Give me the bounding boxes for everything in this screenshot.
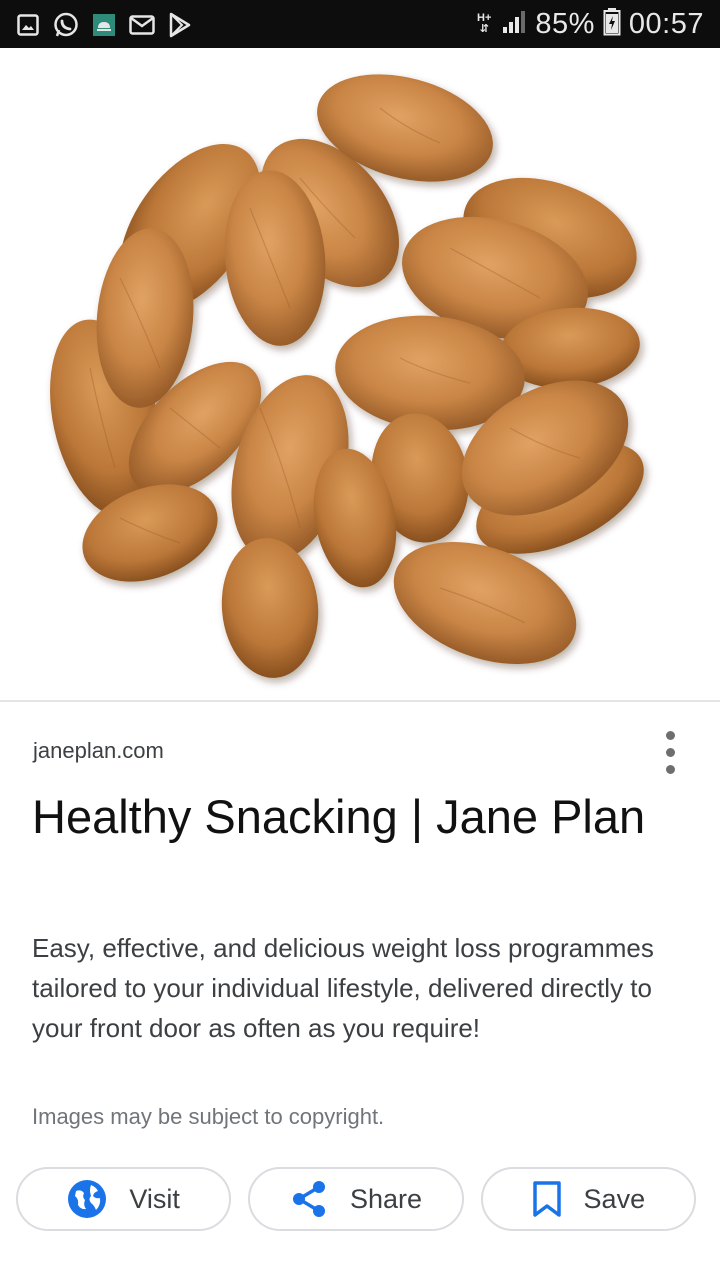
bookmark-icon <box>532 1180 562 1218</box>
status-bar: H+ ⇵ 85% 00:57 <box>0 0 720 48</box>
share-button[interactable]: Share <box>248 1167 464 1231</box>
visit-button[interactable]: Visit <box>16 1167 232 1231</box>
battery-percent: 85% <box>535 7 595 40</box>
whatsapp-icon <box>52 11 80 39</box>
almonds-image[interactable] <box>0 48 720 700</box>
action-buttons: Visit Share Save <box>16 1167 696 1231</box>
result-title[interactable]: Healthy Snacking | Jane Plan <box>32 786 652 847</box>
network-type-icon: H+ ⇵ <box>477 12 492 35</box>
visit-label: Visit <box>129 1183 180 1214</box>
globe-icon <box>67 1179 107 1219</box>
system-status: H+ ⇵ 85% 00:57 <box>477 6 704 42</box>
image-divider <box>0 700 720 702</box>
share-icon <box>290 1179 328 1219</box>
source-domain[interactable]: janeplan.com <box>33 738 164 764</box>
android-debug-icon <box>90 11 118 39</box>
battery-icon <box>603 7 621 41</box>
play-store-icon <box>166 11 194 39</box>
share-label: Share <box>349 1183 423 1214</box>
clock: 00:57 <box>628 7 704 40</box>
notification-icons <box>14 10 194 40</box>
email-icon <box>128 11 156 39</box>
save-button[interactable]: Save <box>480 1167 696 1231</box>
gallery-icon <box>14 11 42 39</box>
more-options-icon[interactable] <box>652 726 688 778</box>
copyright-notice: Images may be subject to copyright. <box>32 1104 385 1129</box>
save-label: Save <box>583 1183 646 1214</box>
result-description: Easy, effective, and delicious weight lo… <box>32 933 654 1043</box>
signal-icon <box>501 10 527 39</box>
